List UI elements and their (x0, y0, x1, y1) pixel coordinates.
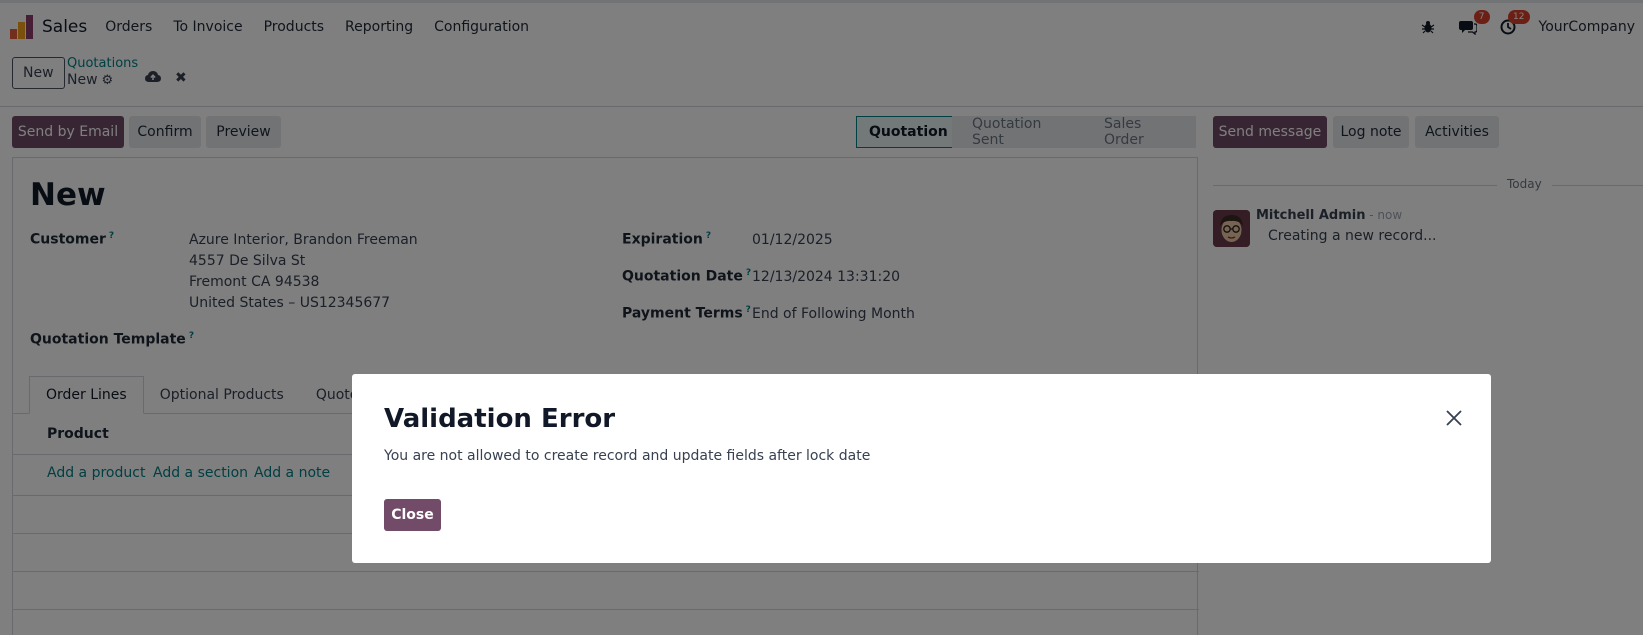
validation-error-dialog: Validation Error You are not allowed to … (352, 374, 1491, 563)
dialog-message: You are not allowed to create record and… (384, 448, 871, 464)
dialog-title: Validation Error (384, 404, 616, 434)
close-button[interactable]: Close (384, 499, 441, 531)
close-icon[interactable] (1442, 406, 1466, 430)
